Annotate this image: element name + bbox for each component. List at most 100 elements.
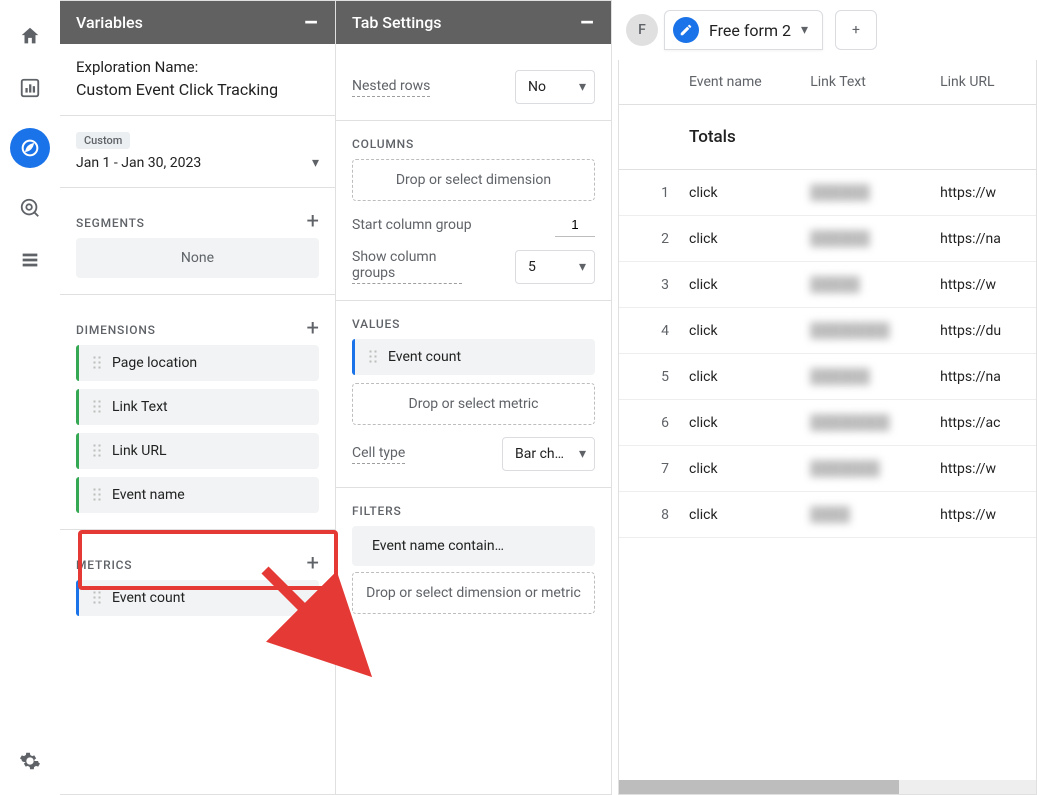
row-link-url: https://w	[930, 492, 1036, 538]
nested-rows-select[interactable]: No ▾	[515, 70, 595, 104]
row-index: 7	[619, 446, 679, 492]
pencil-icon[interactable]	[673, 17, 699, 43]
segments-title: SEGMENTS	[76, 216, 145, 230]
show-column-groups-select[interactable]: 5 ▾	[515, 250, 595, 284]
row-link-text: ████	[800, 492, 930, 538]
row-link-url: https://w	[930, 170, 1036, 216]
table-row[interactable]: 2click██████https://na	[619, 216, 1036, 262]
row-index: 8	[619, 492, 679, 538]
report-table-wrap: Event name Link Text Link URL Totals 1cl…	[618, 60, 1037, 795]
list-icon[interactable]	[18, 248, 42, 272]
active-tab[interactable]: Free form 2 ▾	[664, 10, 823, 50]
row-event-name: click	[679, 400, 800, 446]
columns-dropzone[interactable]: Drop or select dimension	[352, 159, 595, 201]
row-index: 2	[619, 216, 679, 262]
show-column-groups-label: Show column groups	[352, 249, 462, 284]
add-dimension-button[interactable]: +	[307, 316, 319, 341]
row-index: 1	[619, 170, 679, 216]
collapse-variables-button[interactable]: −	[303, 17, 319, 29]
values-title: VALUES	[352, 317, 595, 331]
dimension-pill-event-name[interactable]: Event name	[76, 477, 319, 513]
table-row[interactable]: 6click████████https://ac	[619, 400, 1036, 446]
row-event-name: click	[679, 308, 800, 354]
scrollbar-thumb[interactable]	[619, 780, 899, 794]
chevron-down-icon[interactable]: ▾	[801, 22, 808, 38]
add-tab-button[interactable]: +	[835, 10, 877, 50]
table-totals-row: Totals	[619, 105, 1036, 170]
tab-settings-panel: Tab Settings − Nested rows No ▾ COLUMNS …	[336, 0, 612, 795]
row-link-url: https://w	[930, 446, 1036, 492]
target-icon[interactable]	[18, 196, 42, 220]
variables-header: Variables −	[60, 1, 335, 44]
chevron-down-icon: ▾	[579, 446, 586, 462]
add-metric-button[interactable]: +	[307, 551, 319, 576]
table-header[interactable]: Link Text	[800, 60, 930, 105]
bar-chart-icon[interactable]	[18, 76, 42, 100]
table-row[interactable]: 8click████https://w	[619, 492, 1036, 538]
row-event-name: click	[679, 446, 800, 492]
drag-handle-icon[interactable]	[92, 487, 102, 503]
metric-pill[interactable]: Event count	[76, 580, 319, 616]
row-link-url: https://w	[930, 262, 1036, 308]
nav-rail	[0, 0, 60, 795]
start-column-label: Start column group	[352, 217, 472, 233]
start-column-input[interactable]	[555, 213, 595, 237]
dimension-label: Page location	[112, 355, 197, 371]
add-segment-button[interactable]: +	[307, 209, 319, 234]
drag-handle-icon[interactable]	[92, 355, 102, 371]
cell-type-label: Cell type	[352, 445, 405, 464]
dimension-pill[interactable]: Link Text	[76, 389, 319, 425]
table-row[interactable]: 7click███████https://w	[619, 446, 1036, 492]
filters-dropzone[interactable]: Drop or select dimension or metric	[352, 572, 595, 614]
table-header[interactable]: Event name	[679, 60, 800, 105]
tab-bar: F Free form 2 ▾ +	[618, 0, 1037, 60]
row-link-url: https://na	[930, 216, 1036, 262]
table-header[interactable]: Link URL	[930, 60, 1036, 105]
nested-rows-value: No	[528, 79, 546, 95]
dimensions-title: DIMENSIONS	[76, 323, 156, 337]
row-link-text: █████	[800, 262, 930, 308]
exploration-name-label: Exploration Name:	[76, 58, 319, 76]
row-link-text: ████████	[800, 400, 930, 446]
dimension-label: Link URL	[112, 443, 167, 459]
drag-handle-icon[interactable]	[92, 399, 102, 415]
dimension-pill[interactable]: Link URL	[76, 433, 319, 469]
collapse-tab-settings-button[interactable]: −	[579, 17, 595, 29]
drag-handle-icon[interactable]	[368, 349, 378, 365]
home-icon[interactable]	[18, 24, 42, 48]
row-index: 3	[619, 262, 679, 308]
date-range-tag: Custom	[76, 132, 130, 149]
chevron-down-icon: ▾	[579, 79, 586, 95]
table-row[interactable]: 4click████████https://du	[619, 308, 1036, 354]
drag-handle-icon[interactable]	[92, 590, 102, 606]
cell-type-select[interactable]: Bar ch… ▾	[502, 437, 595, 471]
segments-none[interactable]: None	[76, 238, 319, 278]
exploration-name-value[interactable]: Custom Event Click Tracking	[76, 80, 319, 99]
row-link-text: ███████	[800, 446, 930, 492]
row-link-text: ████████	[800, 308, 930, 354]
metric-label: Event count	[112, 590, 185, 606]
report-area: F Free form 2 ▾ + Event name Link Text L…	[612, 0, 1037, 795]
explore-icon[interactable]	[10, 128, 50, 168]
table-row[interactable]: 5click██████https://na	[619, 354, 1036, 400]
gear-icon[interactable]	[18, 749, 42, 773]
row-event-name: click	[679, 492, 800, 538]
tab-badge[interactable]: F	[626, 14, 658, 46]
values-dropzone[interactable]: Drop or select metric	[352, 383, 595, 425]
report-table: Event name Link Text Link URL Totals 1cl…	[619, 60, 1036, 538]
columns-title: COLUMNS	[352, 137, 595, 151]
row-index: 6	[619, 400, 679, 446]
chevron-down-icon: ▾	[312, 155, 319, 171]
horizontal-scrollbar[interactable]	[619, 780, 1036, 794]
dimension-pill[interactable]: Page location	[76, 345, 319, 381]
variables-panel: Variables − Exploration Name: Custom Eve…	[60, 0, 336, 795]
value-pill[interactable]: Event count	[352, 339, 595, 375]
tab-settings-title: Tab Settings	[352, 13, 442, 32]
row-link-text: ██████	[800, 170, 930, 216]
table-row[interactable]: 1click██████https://w	[619, 170, 1036, 216]
table-row[interactable]: 3click█████https://w	[619, 262, 1036, 308]
filter-chip[interactable]: Event name contain…	[352, 526, 595, 566]
date-range-picker[interactable]: Jan 1 - Jan 30, 2023 ▾	[76, 155, 319, 171]
drag-handle-icon[interactable]	[92, 443, 102, 459]
tab-settings-header: Tab Settings −	[336, 1, 611, 44]
